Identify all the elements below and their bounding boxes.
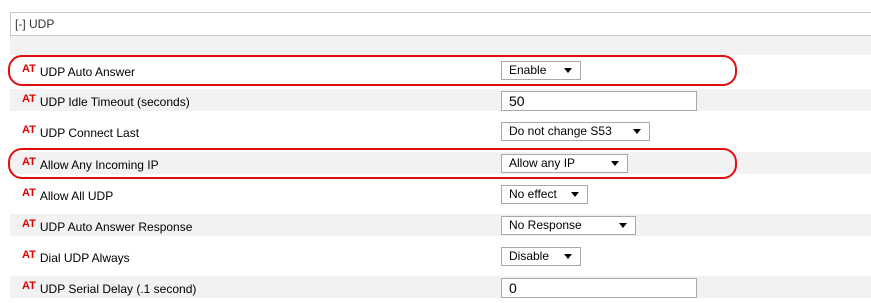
chevron-down-icon [633,129,641,134]
at-command-icon: AT [22,280,36,292]
setting-label-text: Allow All UDP [39,189,114,203]
chevron-down-icon [619,223,627,228]
at-command-icon: AT [22,63,36,75]
at-command-icon: AT [22,124,36,136]
section-spacer [10,36,871,55]
setting-row-udp-connect-last: AT UDP Connect Last Do not change S53 [10,120,871,142]
at-command-icon: AT [22,218,36,230]
udp-idle-timeout-input[interactable]: 50 [501,91,697,111]
chevron-down-icon [611,161,619,166]
setting-label-text: Dial UDP Always [39,251,130,265]
chevron-down-icon [564,254,572,259]
udp-serial-delay-input[interactable]: 0 [501,278,697,298]
setting-row-udp-idle-timeout: AT UDP Idle Timeout (seconds) 50 [10,89,871,111]
allow-all-udp-select[interactable]: No effect [501,185,588,204]
select-value: Do not change S53 [509,124,612,138]
setting-row-allow-any-incoming-ip: AT Allow Any Incoming IP Allow any IP [10,152,871,174]
select-value: Disable [509,249,550,263]
setting-label: AT UDP Auto Answer Response [22,214,192,236]
setting-row-udp-serial-delay: AT UDP Serial Delay (.1 second) 0 [10,276,871,298]
udp-section-toggle[interactable]: [-] UDP [15,17,54,31]
input-value: 0 [509,280,517,296]
setting-label: AT Allow All UDP [22,183,113,205]
setting-label: AT UDP Auto Answer [22,59,135,81]
at-command-icon: AT [22,187,36,199]
setting-label-text: UDP Auto Answer [39,65,136,79]
select-value: Enable [509,63,547,77]
udp-auto-answer-response-select[interactable]: No Response [501,216,636,235]
select-value: No Response [509,218,582,232]
setting-label-text: UDP Serial Delay (.1 second) [39,282,197,296]
setting-label: AT UDP Idle Timeout (seconds) [22,89,190,111]
select-value: Allow any IP [509,156,576,170]
setting-row-udp-auto-answer-response: AT UDP Auto Answer Response No Response [10,214,871,236]
setting-row-allow-all-udp: AT Allow All UDP No effect [10,183,871,205]
at-command-icon: AT [22,249,36,261]
setting-row-udp-auto-answer: AT UDP Auto Answer Enable [10,59,871,81]
setting-label: AT Allow Any Incoming IP [22,152,159,174]
setting-label: AT Dial UDP Always [22,245,130,267]
setting-label-text: Allow Any Incoming IP [39,158,159,172]
dial-udp-always-select[interactable]: Disable [501,247,581,266]
select-value: No effect [509,187,557,201]
udp-auto-answer-select[interactable]: Enable [501,61,581,80]
allow-any-incoming-ip-select[interactable]: Allow any IP [501,154,628,173]
setting-label-text: UDP Idle Timeout (seconds) [39,95,190,109]
at-command-icon: AT [22,93,36,105]
udp-connect-last-select[interactable]: Do not change S53 [501,122,650,141]
chevron-down-icon [571,192,579,197]
setting-label-text: UDP Auto Answer Response [39,220,193,234]
setting-label-text: UDP Connect Last [39,126,140,140]
chevron-down-icon [564,68,572,73]
setting-row-dial-udp-always: AT Dial UDP Always Disable [10,245,871,267]
setting-label: AT UDP Serial Delay (.1 second) [22,276,196,298]
setting-label: AT UDP Connect Last [22,120,139,142]
input-value: 50 [509,93,525,109]
udp-section-header[interactable]: [-] UDP [10,12,871,36]
at-command-icon: AT [22,156,36,168]
